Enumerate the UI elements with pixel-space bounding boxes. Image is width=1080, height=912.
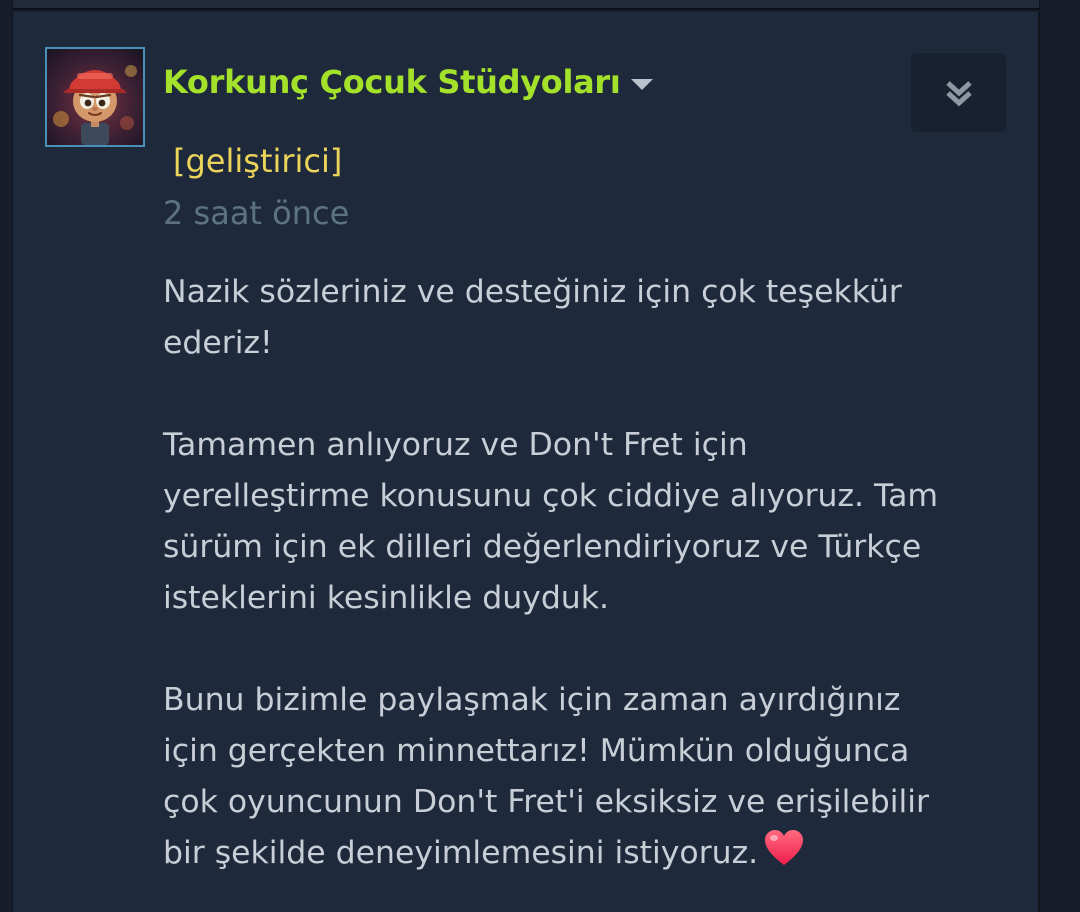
developer-badge: [geliştirici] bbox=[173, 142, 343, 180]
author-name[interactable]: Korkunç Çocuk Stüdyoları bbox=[163, 63, 621, 101]
avatar-image bbox=[47, 49, 143, 145]
author-row: Korkunç Çocuk Stüdyoları bbox=[163, 62, 653, 102]
heart-icon bbox=[764, 829, 804, 883]
previous-comment-edge bbox=[12, 0, 1040, 10]
heart-emoji bbox=[765, 830, 804, 865]
comment-paragraph: Tamamen anlıyoruz ve Don't Fret için yer… bbox=[163, 427, 939, 616]
chevron-down-icon[interactable] bbox=[630, 78, 653, 90]
comment-timestamp: 2 saat önce bbox=[163, 194, 350, 232]
author-avatar[interactable] bbox=[45, 47, 145, 147]
page: Korkunç Çocuk Stüdyoları [geliştirici] 2… bbox=[0, 0, 1080, 912]
comment-paragraph-last: Bunu bizimle paylaşmak için zaman ayırdı… bbox=[163, 675, 1013, 883]
comment-paragraph-text: Bunu bizimle paylaşmak için zaman ayırdı… bbox=[163, 682, 929, 871]
comment-card: Korkunç Çocuk Stüdyoları [geliştirici] 2… bbox=[12, 12, 1040, 912]
comment-body: Nazik sözleriniz ve desteğiniz için çok … bbox=[163, 267, 1013, 883]
comment-paragraph: Nazik sözleriniz ve desteğiniz için çok … bbox=[163, 274, 902, 361]
double-chevron-down-icon bbox=[945, 80, 972, 106]
collapse-button[interactable] bbox=[911, 53, 1006, 132]
